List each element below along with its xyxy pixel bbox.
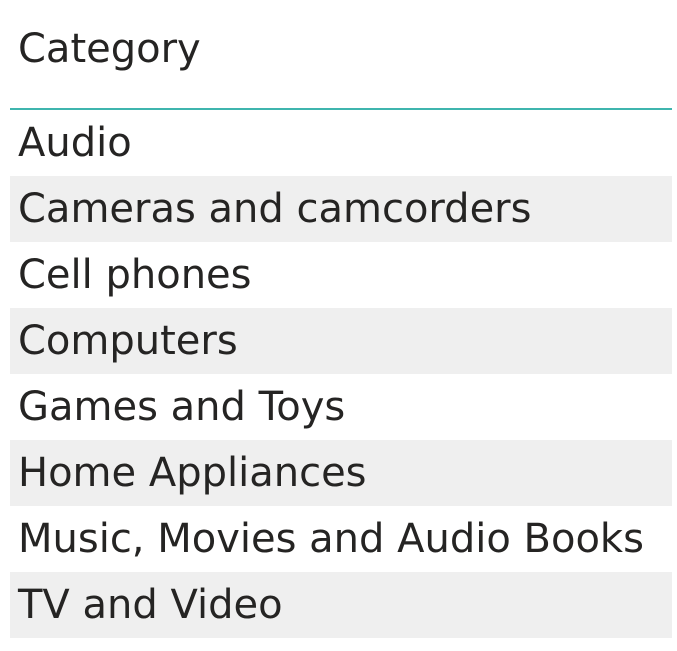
table-row[interactable]: TV and Video: [10, 572, 672, 638]
column-header[interactable]: Category: [10, 0, 672, 110]
cell-category: Music, Movies and Audio Books: [18, 516, 644, 562]
cell-category: Games and Toys: [18, 384, 346, 430]
table-row[interactable]: Computers: [10, 308, 672, 374]
table-row[interactable]: Audio: [10, 110, 672, 176]
cell-category: Audio: [18, 120, 132, 166]
table-row[interactable]: Home Appliances: [10, 440, 672, 506]
table-row[interactable]: Games and Toys: [10, 374, 672, 440]
category-table: Category Audio Cameras and camcorders Ce…: [10, 0, 672, 638]
table-row[interactable]: Music, Movies and Audio Books: [10, 506, 672, 572]
table-body: Audio Cameras and camcorders Cell phones…: [10, 110, 672, 638]
cell-category: Cameras and camcorders: [18, 186, 532, 232]
cell-category: Computers: [18, 318, 238, 364]
table-row[interactable]: Cell phones: [10, 242, 672, 308]
cell-category: Cell phones: [18, 252, 252, 298]
cell-category: Home Appliances: [18, 450, 367, 496]
column-header-label: Category: [18, 26, 201, 72]
cell-category: TV and Video: [18, 582, 283, 628]
table-row[interactable]: Cameras and camcorders: [10, 176, 672, 242]
